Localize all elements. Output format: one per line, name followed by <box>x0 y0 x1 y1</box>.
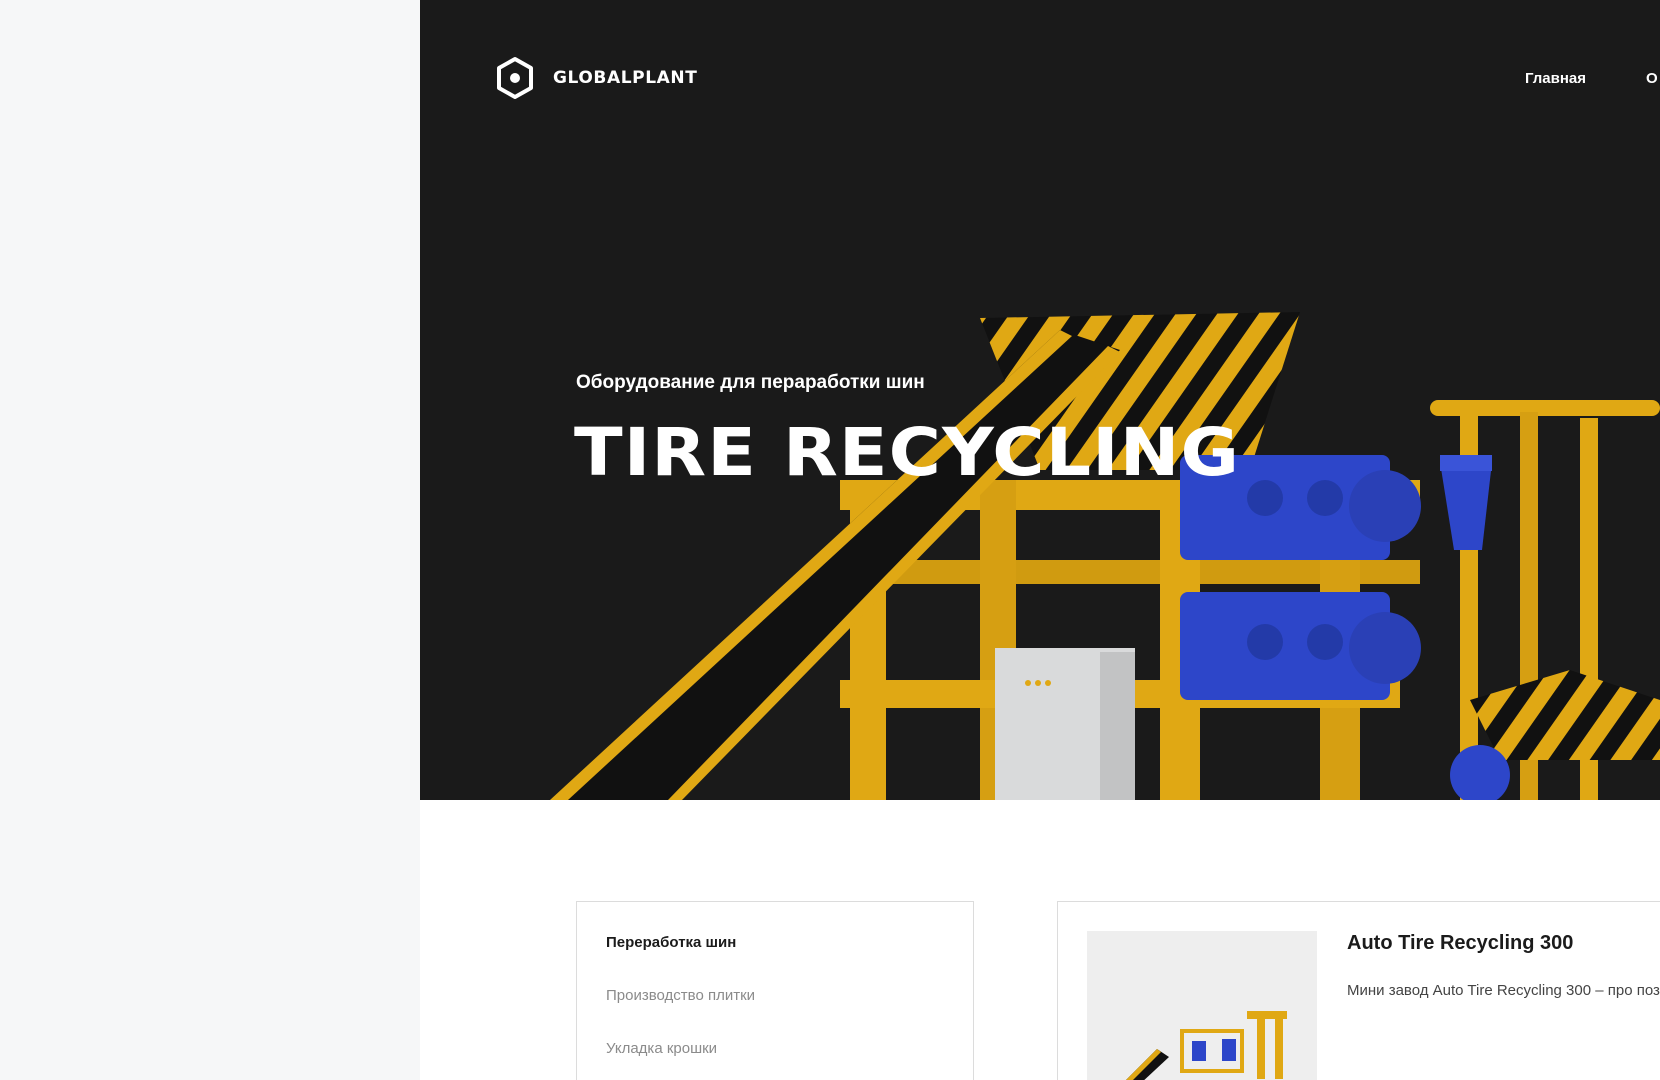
brand-name: GLOBALPLANT <box>553 68 698 88</box>
hero-title: TIRE RECYCLING <box>574 414 1241 491</box>
category-item-tire-recycling[interactable]: Переработка шин <box>606 934 973 951</box>
product-image[interactable] <box>1087 931 1317 1080</box>
product-title[interactable]: Auto Tire Recycling 300 <box>1347 932 1573 955</box>
nav-item-home[interactable]: Главная <box>1525 70 1586 87</box>
product-description: Мини завод Auto Tire Recycling 300 – про… <box>1347 982 1660 999</box>
brand-logo[interactable]: GLOBALPLANT <box>495 56 697 100</box>
category-list: Переработка шин Производство плитки Укла… <box>576 901 974 1080</box>
left-empty-panel <box>0 0 420 1080</box>
category-item-crumb-laying[interactable]: Укладка крошки <box>606 1040 973 1057</box>
site-header: GLOBALPLANT Главная О <box>495 56 1660 102</box>
category-item-tile-production[interactable]: Производство плитки <box>606 987 973 1004</box>
product-card[interactable]: Auto Tire Recycling 300 Мини завод Auto … <box>1057 901 1660 1080</box>
hero-section: GLOBALPLANT Главная О Оборудование для п… <box>420 0 1660 800</box>
hexagon-logo-icon <box>497 57 533 99</box>
hero-subtitle: Оборудование для пераработки шин <box>576 372 925 393</box>
tire-recycling-machinery-illustration <box>550 312 1660 800</box>
nav-item-about[interactable]: О <box>1646 70 1658 87</box>
product-machinery-thumbnail <box>1087 931 1317 1080</box>
page: GLOBALPLANT Главная О Оборудование для п… <box>420 0 1660 1080</box>
main-nav: Главная О <box>1525 70 1658 87</box>
